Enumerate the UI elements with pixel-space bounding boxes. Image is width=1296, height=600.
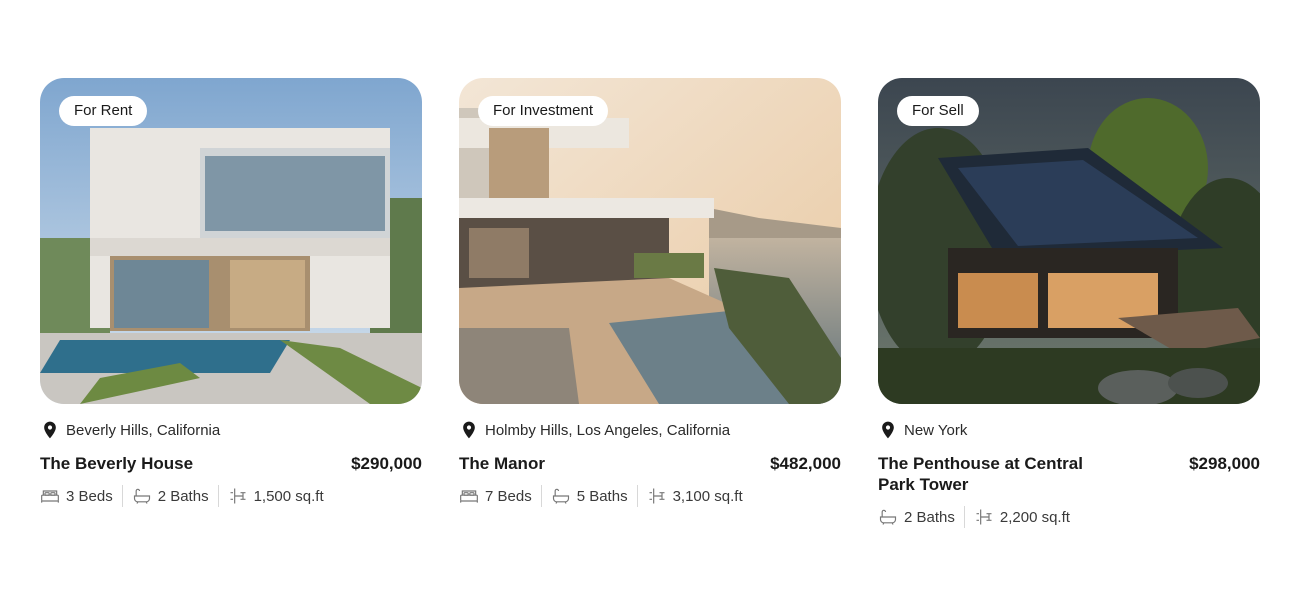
map-pin-icon <box>463 421 475 439</box>
listing-price: $298,000 <box>1189 454 1260 473</box>
listing-specs: 7 Beds 5 Baths 3,100 sq.ft <box>459 485 841 507</box>
beds-spec: 7 Beds <box>459 486 532 506</box>
title-row: The Beverly House $290,000 <box>40 453 422 474</box>
listing-price: $290,000 <box>351 454 422 473</box>
area-spec: 1,500 sq.ft <box>228 486 324 506</box>
spec-divider <box>121 485 123 507</box>
title-row: The Penthouse at Central Park Tower $298… <box>878 453 1260 495</box>
cliffside-villa-image <box>459 78 841 404</box>
floor-plan-icon <box>230 488 246 504</box>
bathtub-icon <box>133 488 150 504</box>
bed-icon <box>460 490 478 503</box>
listing-card[interactable]: For Investment Holmby Hills, Los Angeles… <box>459 78 841 528</box>
forest-house-image <box>878 78 1260 404</box>
listing-title[interactable]: The Manor <box>459 453 699 474</box>
bathtub-icon <box>879 509 897 525</box>
listing-photo[interactable]: For Sell <box>878 78 1260 404</box>
baths-count: 2 Baths <box>904 508 955 526</box>
map-pin-icon <box>882 421 894 439</box>
location-text: Beverly Hills, California <box>66 421 221 439</box>
listing-location: Holmby Hills, Los Angeles, California <box>459 420 841 440</box>
spec-divider <box>636 485 638 507</box>
listing-price: $482,000 <box>770 454 841 473</box>
listing-card[interactable]: For Rent Beverly Hills, California The B… <box>40 78 422 528</box>
listing-status-badge: For Rent <box>59 96 148 126</box>
baths-count: 2 Baths <box>157 487 209 505</box>
listing-title[interactable]: The Beverly House <box>40 453 280 474</box>
listing-photo[interactable]: For Investment <box>459 78 841 404</box>
map-pin-icon <box>44 421 56 439</box>
baths-count: 5 Baths <box>576 487 628 505</box>
beds-count: 7 Beds <box>485 487 532 505</box>
area-spec: 2,200 sq.ft <box>974 507 1070 527</box>
area-size: 3,100 sq.ft <box>672 487 743 505</box>
baths-spec: 2 Baths <box>878 507 955 527</box>
area-size: 2,200 sq.ft <box>999 508 1070 526</box>
title-row: The Manor $482,000 <box>459 453 841 474</box>
beds-count: 3 Beds <box>66 487 113 505</box>
area-size: 1,500 sq.ft <box>253 487 324 505</box>
floor-plan-icon <box>649 488 665 504</box>
modern-house-image <box>40 78 422 404</box>
listing-title[interactable]: The Penthouse at Central Park Tower <box>878 453 1118 495</box>
listing-grid: For Rent Beverly Hills, California The B… <box>40 78 1260 528</box>
listing-card[interactable]: For Sell New York The Penthouse at Centr… <box>878 78 1260 528</box>
location-text: New York <box>904 421 968 439</box>
listing-specs: 2 Baths 2,200 sq.ft <box>878 506 1260 528</box>
baths-spec: 5 Baths <box>551 486 628 506</box>
spec-divider <box>963 506 965 528</box>
location-text: Holmby Hills, Los Angeles, California <box>485 421 731 439</box>
beds-spec: 3 Beds <box>40 486 113 506</box>
listing-status-badge: For Investment <box>478 96 609 126</box>
listing-specs: 3 Beds 2 Baths 1,500 sq.ft <box>40 485 422 507</box>
baths-spec: 2 Baths <box>132 486 209 506</box>
spec-divider <box>217 485 219 507</box>
listing-location: New York <box>878 420 1260 440</box>
listing-status-badge: For Sell <box>897 96 979 126</box>
bed-icon <box>41 490 59 503</box>
spec-divider <box>540 485 542 507</box>
listing-location: Beverly Hills, California <box>40 420 422 440</box>
area-spec: 3,100 sq.ft <box>647 486 743 506</box>
floor-plan-icon <box>976 509 992 525</box>
listing-photo[interactable]: For Rent <box>40 78 422 404</box>
bathtub-icon <box>552 488 569 504</box>
